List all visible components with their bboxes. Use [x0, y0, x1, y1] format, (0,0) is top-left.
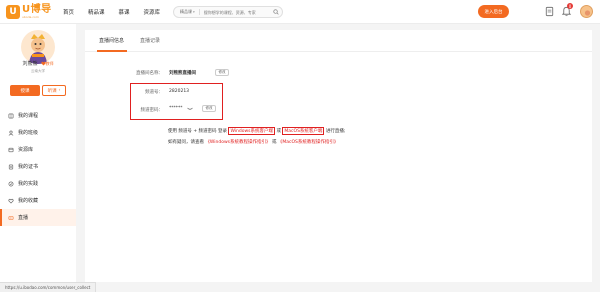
sidebar-item-label: 我的实践 [18, 181, 39, 187]
top-bar: U U博导 uboda.com 首页 精品课 慕课 资源库 精品课 ▾ 进入后台… [0, 0, 600, 24]
macos-guide-link[interactable]: 《MacOS系统教程操作指引》 [278, 140, 339, 145]
avatar-figure-icon [29, 34, 47, 64]
user-school: 云南大学 [31, 69, 45, 73]
windows-guide-link[interactable]: 《Windows系统教程操作指引》 [205, 140, 270, 145]
windows-client-link[interactable]: Windows系统客户端 [228, 127, 276, 135]
edit-room-name-button[interactable]: 修改 [215, 69, 229, 76]
room-name-value: 刘熊熊直播间 [169, 71, 196, 76]
search-divider [198, 9, 200, 15]
logo-mark: U [6, 5, 20, 19]
class-icon [8, 130, 14, 136]
site-logo[interactable]: U U博导 uboda.com [6, 3, 52, 21]
active-tab-indicator [97, 50, 127, 52]
practice-icon [8, 181, 14, 186]
heart-icon [8, 198, 14, 204]
listen-button[interactable]: 听课 › [42, 85, 66, 96]
sidebar-item-favorites[interactable]: 我的收藏 [0, 192, 76, 209]
search-category-select[interactable]: 精品课 [174, 9, 192, 15]
document-icon[interactable] [544, 6, 555, 17]
nav-mooc[interactable]: 慕课 [119, 8, 130, 16]
channel-value: 2820213 [169, 89, 190, 94]
sidebar-item-label: 直播 [18, 215, 29, 221]
username: 刘熊熊 [22, 61, 38, 67]
login-instruction-line: 使用 频道号 + 频道密码 登录 Windows系统客户端 或 MacOS系统客… [168, 127, 345, 135]
help-prefix: 如有疑问，请查看 [168, 140, 204, 145]
logo-url: uboda.com [22, 15, 39, 19]
role-switch: 授课 听课 › [10, 85, 66, 97]
sidebar-item-my-courses[interactable]: 我的课程 [0, 107, 76, 124]
channel-label: 频道号： [145, 90, 163, 95]
sidebar-item-live[interactable]: 直播 [0, 209, 76, 226]
chevron-down-icon: ▾ [193, 10, 195, 14]
instruction-prefix: 使用 频道号 + 频道密码 登录 [168, 129, 227, 134]
instruction-suffix: 进行直播; [325, 129, 346, 134]
sidebar-item-my-classes[interactable]: 我的班级 [0, 124, 76, 141]
notification-badge: 0 [567, 3, 573, 9]
tab-bar: 直播间信息 直播记录 [85, 30, 592, 52]
tab-live-records[interactable]: 直播记录 [140, 37, 160, 44]
room-name-label: 直播间名称： [136, 71, 163, 76]
sidebar-item-label: 我的课程 [18, 113, 39, 119]
main-nav: 首页 精品课 慕课 资源库 [63, 0, 174, 24]
user-badge-label: 教师 [45, 60, 54, 66]
logo-name: U博导 [22, 4, 52, 15]
chevron-right-icon: › [58, 88, 61, 93]
sidebar-item-certificates[interactable]: 我的证书 [0, 158, 76, 175]
sidebar-item-resources[interactable]: 资源库 [0, 141, 76, 158]
nav-premium-courses[interactable]: 精品课 [88, 8, 105, 16]
book-icon [8, 113, 14, 118]
main-panel: 直播间信息 直播记录 直播间名称： 刘熊熊直播间 修改 频道号： 2820213… [85, 30, 592, 282]
avatar-figure-icon [584, 10, 591, 16]
sidebar: 刘熊熊 教师 云南大学 授课 听课 › 我的课程 我的班级 资源库 我的证书 我… [0, 24, 76, 282]
search-bar: 精品课 ▾ [173, 6, 283, 18]
live-icon [8, 215, 14, 220]
help-or: 或 [271, 140, 277, 145]
user-avatar[interactable] [21, 30, 55, 64]
sidebar-item-label: 资源库 [18, 147, 34, 153]
browser-status-bar: https://u.ibodao.com/common/user_collect [0, 282, 600, 292]
nav-home[interactable]: 首页 [63, 8, 74, 16]
listen-button-label: 听课 [47, 88, 57, 94]
sidebar-item-label: 我的证书 [18, 164, 39, 170]
sidebar-item-label: 我的收藏 [18, 198, 39, 204]
sidebar-item-label: 我的班级 [18, 130, 39, 136]
teacher-badge: 教师 [40, 60, 54, 67]
certificate-icon [8, 164, 14, 169]
password-value: ****** [169, 106, 183, 111]
resource-icon [8, 147, 14, 152]
macos-client-link[interactable]: MacOS系统客户端 [282, 127, 325, 135]
nav-resources[interactable]: 资源库 [144, 8, 161, 16]
status-url: https://u.ibodao.com/common/user_collect [0, 282, 97, 292]
search-icon[interactable] [273, 9, 279, 15]
sidebar-menu: 我的课程 我的班级 资源库 我的证书 我的实践 我的收藏 直播 [0, 107, 76, 226]
help-line: 如有疑问，请查看 《Windows系统教程操作指引》 或 《MacOS系统教程操… [168, 139, 338, 145]
sidebar-item-practice[interactable]: 我的实践 [0, 175, 76, 192]
edit-password-button[interactable]: 修改 [202, 105, 216, 112]
enter-backend-button[interactable]: 进入后台 [478, 5, 509, 18]
instruction-or: 或 [276, 129, 281, 134]
teach-button[interactable]: 授课 [10, 85, 40, 96]
search-input[interactable] [203, 9, 274, 15]
tab-live-room-info[interactable]: 直播间信息 [99, 37, 124, 44]
eye-closed-icon[interactable] [187, 107, 193, 111]
username-row: 刘熊熊 教师 [0, 60, 76, 68]
password-label: 频道密码： [140, 108, 164, 113]
user-avatar-small[interactable] [580, 5, 593, 18]
